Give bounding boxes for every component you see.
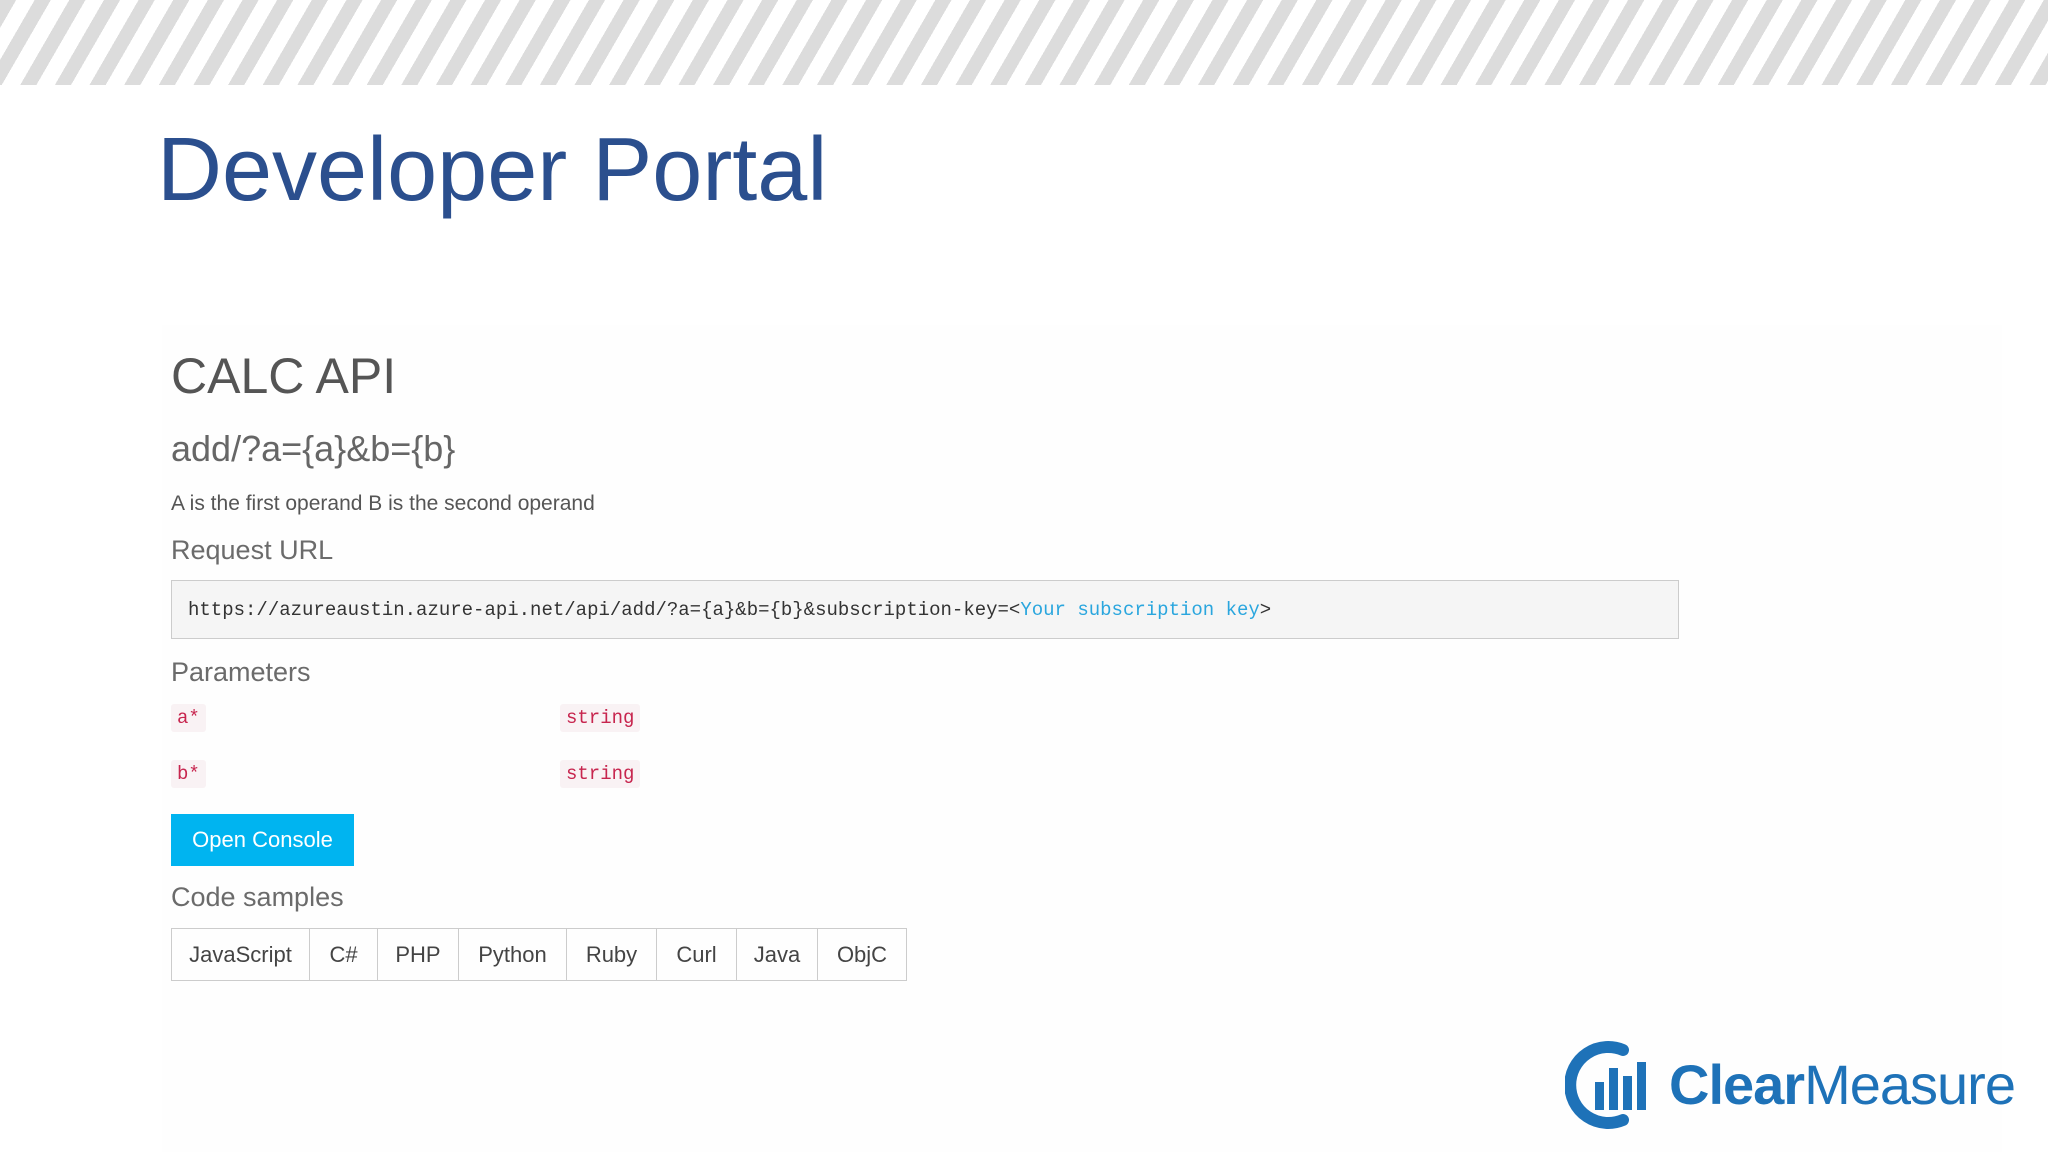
logo-word-measure: Measure [1804,1053,2016,1116]
slide-header-stripes [0,0,2048,85]
api-name: CALC API [171,348,397,404]
parameter-type-b: string [560,760,641,788]
operation-description: A is the first operand B is the second o… [171,492,595,515]
parameter-name-b: b* [171,760,206,788]
tab-ruby[interactable]: Ruby [567,929,657,980]
request-url-box[interactable]: https://azureaustin.azure-api.net/api/ad… [171,580,1679,639]
parameter-type-a: string [560,704,641,732]
clearmeasure-logo-text: ClearMeasure [1669,1053,2016,1117]
clearmeasure-logo: ClearMeasure [1565,1035,2035,1135]
tab-python[interactable]: Python [459,929,567,980]
parameter-name-a: a* [171,704,206,732]
request-url-label: Request URL [171,535,334,565]
request-url-suffix: > [1259,598,1272,621]
slide-title: Developer Portal [157,120,828,220]
tab-javascript[interactable]: JavaScript [172,929,310,980]
logo-word-clear: Clear [1669,1053,1805,1116]
open-console-button[interactable]: Open Console [171,814,354,866]
tab-java[interactable]: Java [737,929,818,980]
subscription-key-placeholder: Your subscription key [1020,598,1260,621]
tab-objc[interactable]: ObjC [818,929,906,980]
tab-csharp[interactable]: C# [310,929,378,980]
tab-curl[interactable]: Curl [657,929,737,980]
tab-php[interactable]: PHP [378,929,459,980]
parameters-label: Parameters [171,657,311,687]
code-samples-label: Code samples [171,882,344,912]
request-url-base: https://azureaustin.azure-api.net/api/ad… [188,598,1021,621]
clearmeasure-logo-mark-icon [1565,1041,1646,1129]
code-samples-tabs: JavaScript C# PHP Python Ruby Curl Java … [171,928,907,981]
operation-path: add/?a={a}&b={b} [171,428,456,469]
